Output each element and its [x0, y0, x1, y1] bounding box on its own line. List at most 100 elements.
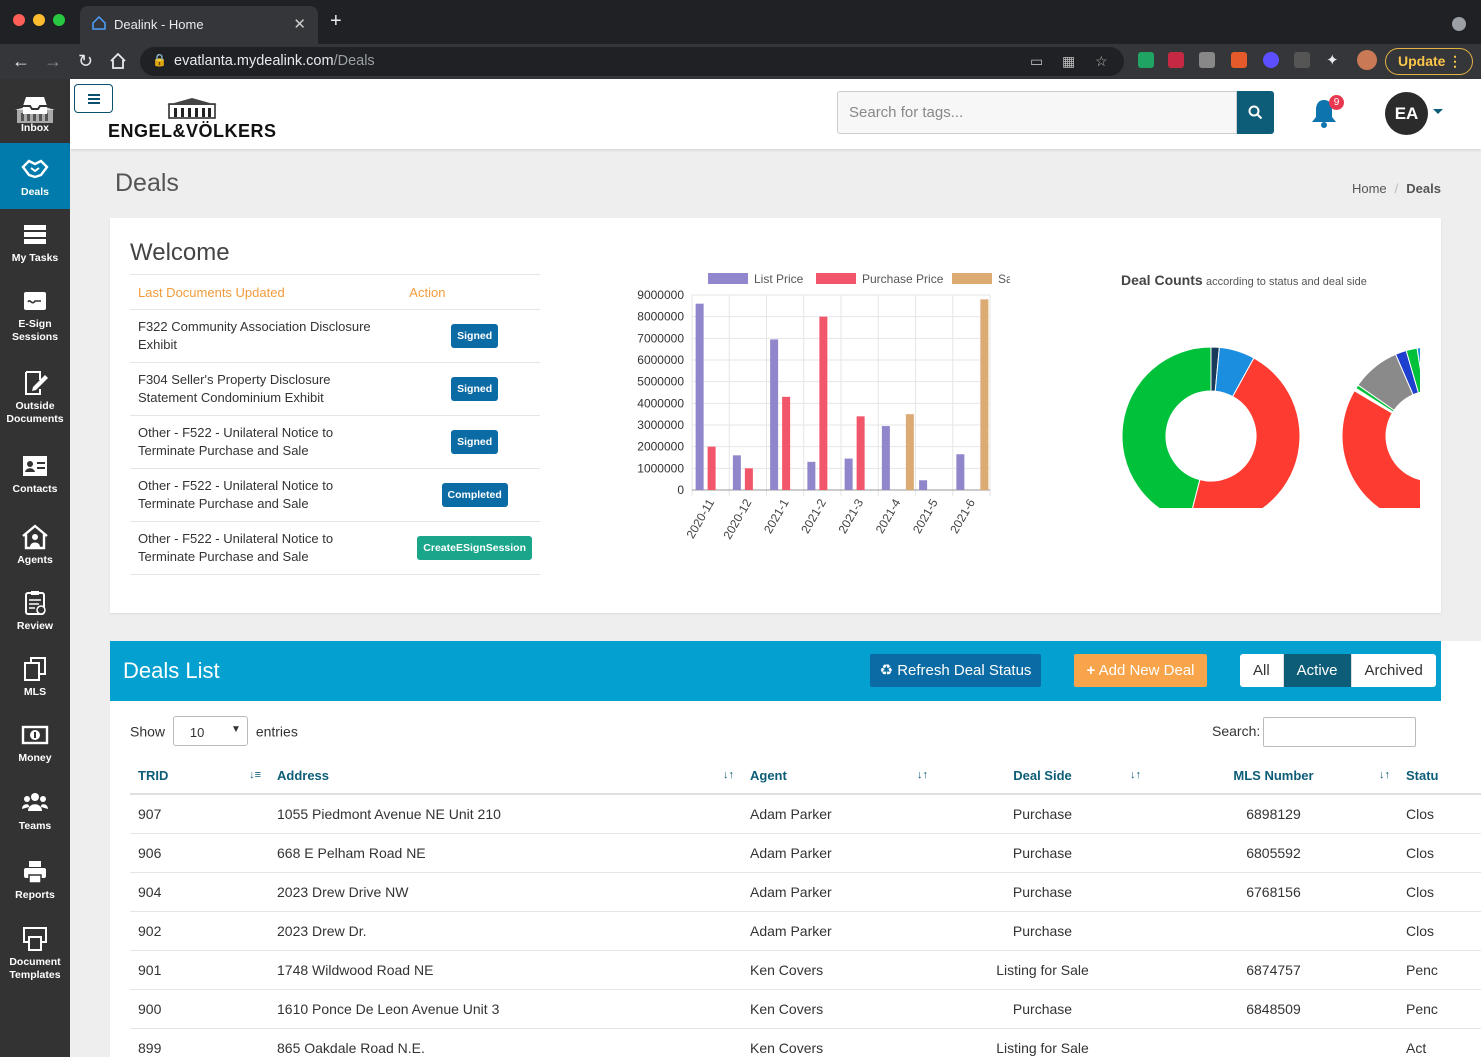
- document-name[interactable]: Other - F522 - Unilateral Notice to Termi…: [130, 415, 410, 469]
- brand-house-icon: [167, 98, 217, 119]
- table-row[interactable]: 907 1055 Piedmont Avenue NE Unit 210 Adam …: [130, 794, 1481, 834]
- extension-gray-icon[interactable]: [1199, 52, 1215, 68]
- qr-icon[interactable]: ▦: [1062, 53, 1075, 70]
- close-window-button[interactable]: [13, 14, 25, 26]
- profile-avatar-icon[interactable]: [1357, 50, 1377, 70]
- address-bar[interactable]: 🔒 evatlanta.mydealink.com/Deals ▭ ▦ ☆: [140, 47, 1124, 76]
- table-row[interactable]: 899 865 Oakdale Road N.E. Ken Covers Listin…: [130, 1028, 1481, 1057]
- deal-filter-group: All Active Archived: [1240, 654, 1436, 687]
- action-badge[interactable]: CreateESignSession: [417, 536, 532, 560]
- sidebar-item-inbox[interactable]: Inbox: [0, 79, 70, 145]
- tab-search-icon[interactable]: [1452, 17, 1466, 31]
- brand-logo[interactable]: ENGEL&VÖLKERS: [108, 97, 288, 142]
- refresh-deal-status-button[interactable]: ♻ Refresh Deal Status: [870, 654, 1041, 687]
- col-deal-side[interactable]: Deal Side ↓↑: [936, 757, 1149, 795]
- maximize-window-button[interactable]: [53, 14, 65, 26]
- cell-trid: 900: [130, 989, 269, 1029]
- extensions-puzzle-icon[interactable]: ✦: [1326, 51, 1339, 69]
- close-tab-icon[interactable]: ✕: [293, 15, 306, 33]
- sidebar-item-deals[interactable]: Deals: [0, 143, 70, 209]
- document-name-line: Terminate Purchase and Sale: [138, 549, 309, 564]
- sidebar-item-agents[interactable]: Agents: [0, 511, 70, 577]
- action-badge[interactable]: Signed: [451, 430, 499, 454]
- extension-star-icon[interactable]: [1263, 52, 1279, 68]
- sidebar-item-reports[interactable]: Reports: [0, 846, 70, 912]
- document-row[interactable]: Other - F522 - Unilateral Notice to Termi…: [130, 468, 540, 522]
- document-name[interactable]: F304 Seller's Property Disclosure Stateme…: [130, 362, 410, 416]
- document-name-line: F304 Seller's Property Disclosure: [138, 372, 331, 387]
- action-badge[interactable]: Signed: [451, 324, 499, 348]
- sort-icon[interactable]: ↓↑: [1130, 769, 1141, 781]
- cast-icon[interactable]: ▭: [1030, 53, 1043, 70]
- back-icon[interactable]: ←: [12, 50, 30, 72]
- sidebar-item-money[interactable]: Money: [0, 709, 70, 775]
- cell-mls-number: 6805592: [1149, 833, 1398, 873]
- tag-search-input[interactable]: Search for tags...: [837, 91, 1237, 134]
- sidebar-item-review[interactable]: Review: [0, 577, 70, 643]
- sidebar-item-my-tasks[interactable]: My Tasks: [0, 209, 70, 275]
- sidebar-item-contacts[interactable]: Contacts: [0, 440, 70, 506]
- table-row[interactable]: 901 1748 Wildwood Road NE Ken Covers Listin…: [130, 950, 1481, 990]
- sort-desc-icon[interactable]: ↓≡: [249, 769, 261, 781]
- document-row[interactable]: Other - F522 - Unilateral Notice to Termi…: [130, 415, 540, 469]
- table-row[interactable]: 906 668 E Pelham Road NE Adam Parker Purcha…: [130, 833, 1481, 873]
- document-row[interactable]: F304 Seller's Property Disclosure Stateme…: [130, 362, 540, 416]
- document-row[interactable]: Other - F522 - Unilateral Notice to Termi…: [130, 521, 540, 575]
- reload-icon[interactable]: ↻: [78, 50, 93, 72]
- col-status[interactable]: Statu: [1398, 757, 1481, 795]
- table-row[interactable]: 904 2023 Drew Drive NW Adam Parker Purchase…: [130, 872, 1481, 912]
- cell-trid: 899: [130, 1028, 269, 1057]
- document-name[interactable]: Other - F522 - Unilateral Notice to Termi…: [130, 468, 410, 522]
- sidebar-item-teams[interactable]: Teams: [0, 777, 70, 843]
- house-favicon-icon: [92, 16, 106, 30]
- filter-archived-button[interactable]: Archived: [1352, 654, 1436, 687]
- document-action-cell: CreateESignSession: [409, 521, 540, 575]
- cell-agent: Ken Covers: [742, 1028, 936, 1057]
- browser-tab[interactable]: Dealink - Home ✕: [80, 6, 318, 44]
- sort-icon[interactable]: ↓↑: [1379, 769, 1390, 781]
- table-row[interactable]: 902 2023 Drew Dr. Adam Parker Purchase Clos: [130, 911, 1481, 951]
- action-badge[interactable]: Signed: [451, 377, 499, 401]
- sidebar-item-outside-documents[interactable]: Outside Documents: [0, 357, 70, 437]
- brand-name: ENGEL&VÖLKERS: [108, 121, 277, 141]
- filter-active-button[interactable]: Active: [1283, 654, 1352, 687]
- action-badge[interactable]: Completed: [441, 483, 508, 507]
- browser-update-button[interactable]: Update ⋮: [1385, 48, 1473, 75]
- sidebar-item-mls[interactable]: MLS: [0, 643, 70, 709]
- col-last-documents: Last Documents Updated: [130, 274, 410, 310]
- document-row[interactable]: F322 Community Association Disclosure Exh…: [130, 309, 540, 363]
- sort-icon[interactable]: ↓↑: [723, 769, 734, 781]
- document-name[interactable]: F322 Community Association Disclosure Exh…: [130, 309, 410, 363]
- col-address[interactable]: Address ↓↑: [269, 757, 742, 795]
- col-mls-number[interactable]: MLS Number ↓↑: [1149, 757, 1398, 795]
- welcome-title: Welcome: [130, 239, 230, 266]
- minimize-window-button[interactable]: [33, 14, 45, 26]
- breadcrumb-home-link[interactable]: Home: [1352, 181, 1387, 196]
- user-menu-caret-icon[interactable]: [1433, 109, 1443, 114]
- extension-phone-icon[interactable]: [1138, 52, 1154, 68]
- add-new-deal-button[interactable]: + Add New Deal: [1074, 654, 1207, 687]
- table-row[interactable]: 900 1610 Ponce De Leon Avenue Unit 3 Ken C…: [130, 989, 1481, 1029]
- sidebar-item-document-templates[interactable]: Document Templates: [0, 913, 70, 981]
- teams-icon: [22, 793, 48, 811]
- home-icon[interactable]: [109, 52, 127, 70]
- extension-check-icon[interactable]: [1168, 52, 1184, 68]
- col-agent[interactable]: Agent ↓↑: [742, 757, 936, 795]
- user-avatar[interactable]: EA: [1385, 92, 1428, 135]
- search-button[interactable]: [1237, 91, 1274, 134]
- entries-select[interactable]: 10 ▼: [172, 716, 248, 746]
- col-trid[interactable]: TRID ↓≡: [130, 757, 269, 795]
- sort-icon[interactable]: ↓↑: [917, 769, 928, 781]
- extension-orange-icon[interactable]: [1231, 52, 1247, 68]
- extension-dots-icon[interactable]: [1294, 52, 1310, 68]
- new-tab-icon[interactable]: +: [330, 11, 342, 31]
- col-action: Action: [409, 274, 540, 310]
- more-menu-icon[interactable]: ⋮: [1448, 49, 1462, 74]
- sidebar-item-e-sign-sessions[interactable]: E-Sign Sessions: [0, 275, 70, 355]
- bookmark-star-icon[interactable]: ☆: [1095, 53, 1108, 70]
- forward-icon[interactable]: →: [44, 50, 62, 72]
- filter-all-button[interactable]: All: [1240, 654, 1284, 687]
- document-name[interactable]: Other - F522 - Unilateral Notice to Termi…: [130, 521, 410, 575]
- sidebar-item-label: Reports: [15, 889, 55, 901]
- table-search-input[interactable]: [1263, 717, 1416, 747]
